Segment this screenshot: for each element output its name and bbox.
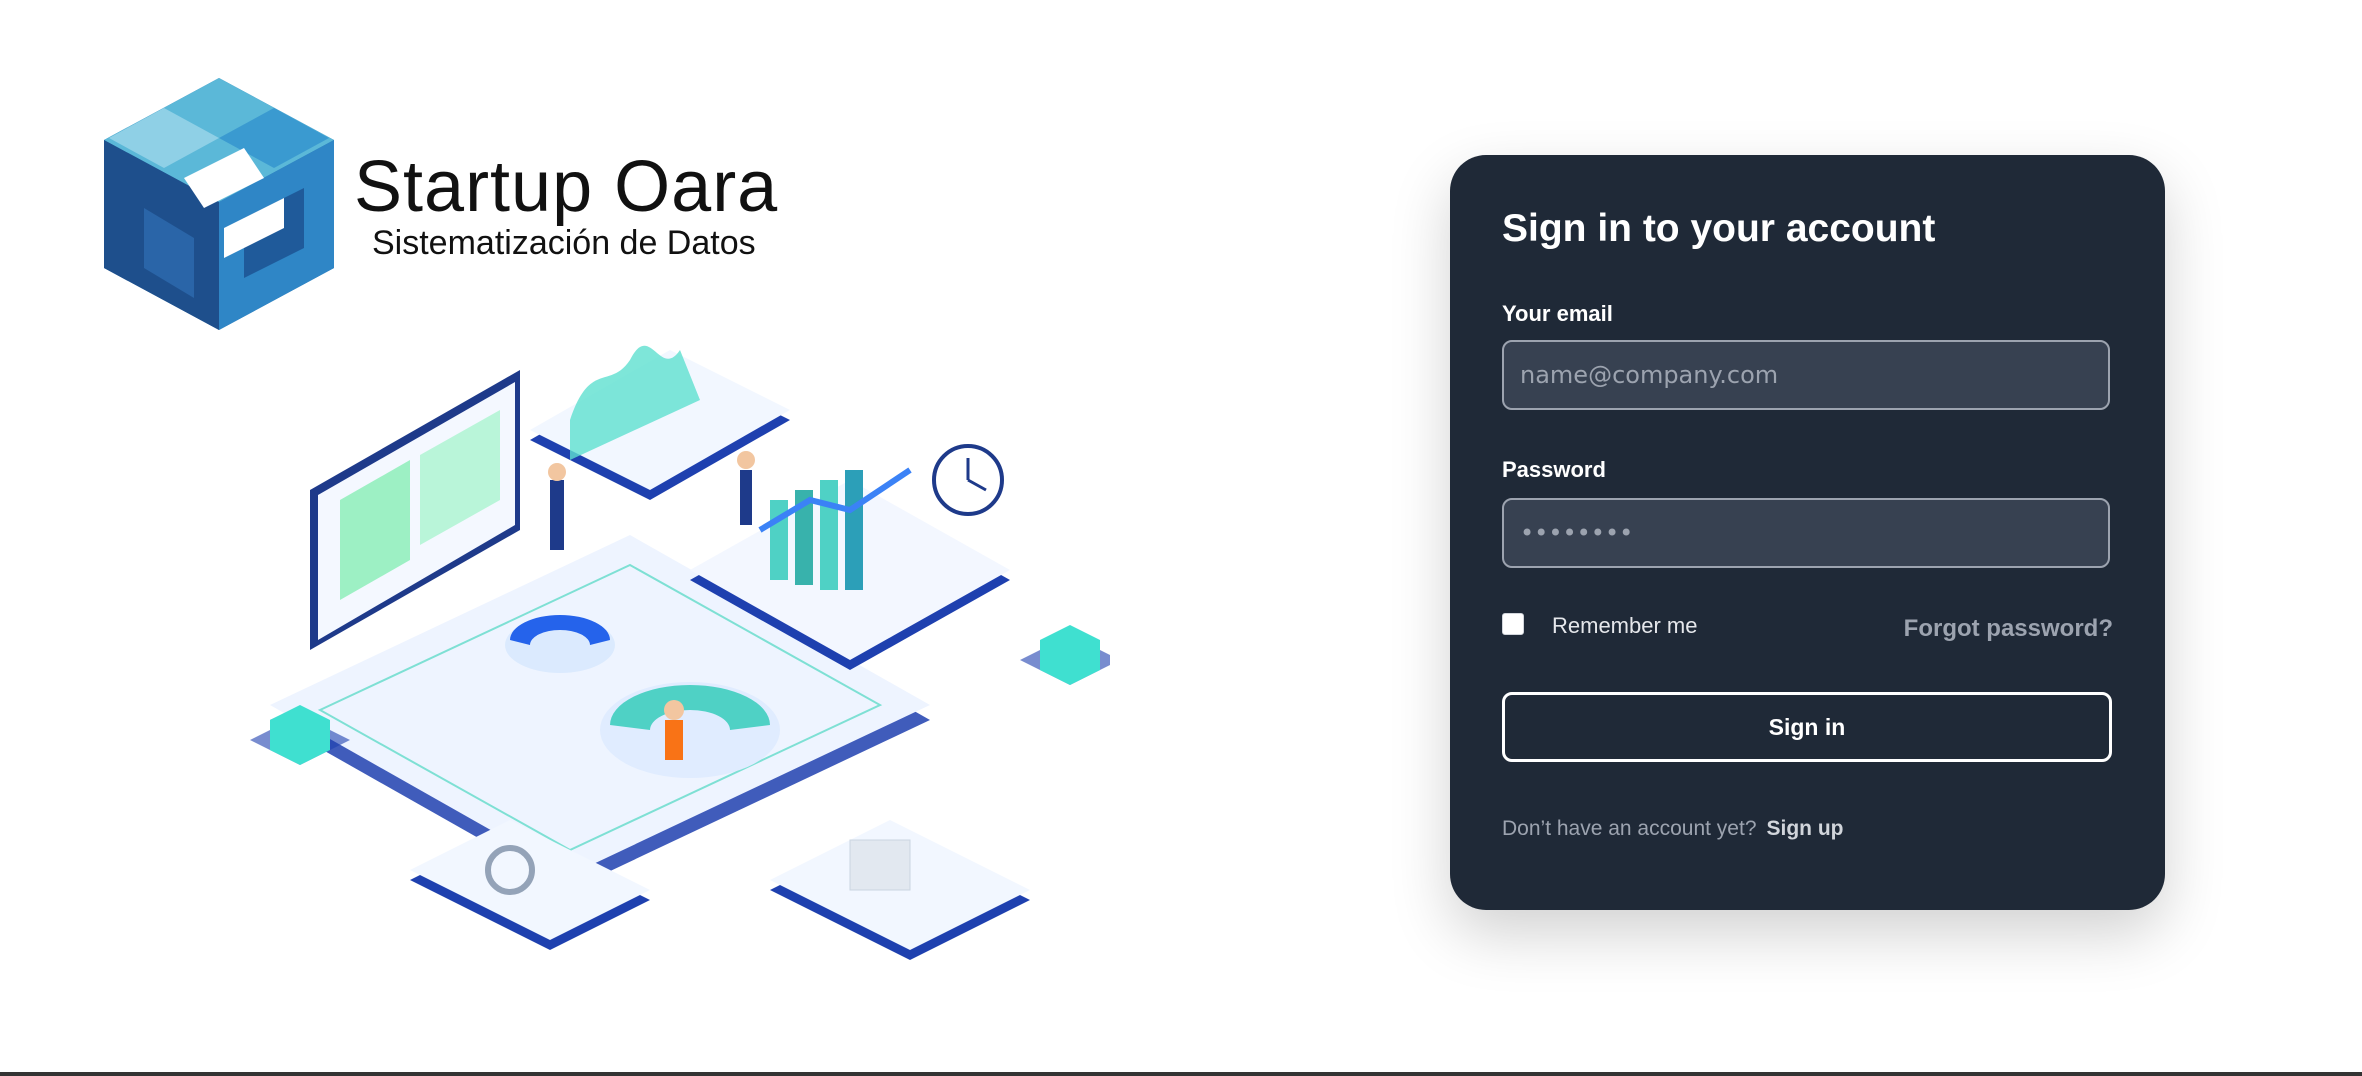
remember-me-label: Remember me: [1552, 613, 1698, 638]
brand-tagline: Sistematización de Datos: [372, 224, 756, 262]
password-input[interactable]: [1502, 498, 2110, 568]
forgot-password-link[interactable]: Forgot password?: [1904, 615, 2113, 643]
signin-card: Sign in to your account Your email Passw…: [1450, 155, 2165, 910]
sign-in-button[interactable]: Sign in: [1502, 692, 2112, 762]
signin-title: Sign in to your account: [1502, 207, 1936, 250]
data-analytics-illustration: [250, 345, 1110, 960]
email-input[interactable]: [1502, 340, 2110, 410]
signup-row: Don’t have an account yet? Sign up: [1502, 817, 1844, 841]
brand-logo: Startup Oara Sistematización de Datos: [104, 78, 804, 338]
page-bottom-divider: [0, 1072, 2362, 1076]
signup-prompt: Don’t have an account yet?: [1502, 817, 1757, 840]
email-label: Your email: [1502, 301, 1613, 326]
brand-name: Startup Oara: [354, 147, 779, 227]
remember-me-checkbox[interactable]: [1502, 613, 1524, 635]
sign-up-link[interactable]: Sign up: [1767, 817, 1844, 840]
password-label: Password: [1502, 457, 1606, 482]
hexagon-cube-logo-icon: [104, 78, 334, 330]
